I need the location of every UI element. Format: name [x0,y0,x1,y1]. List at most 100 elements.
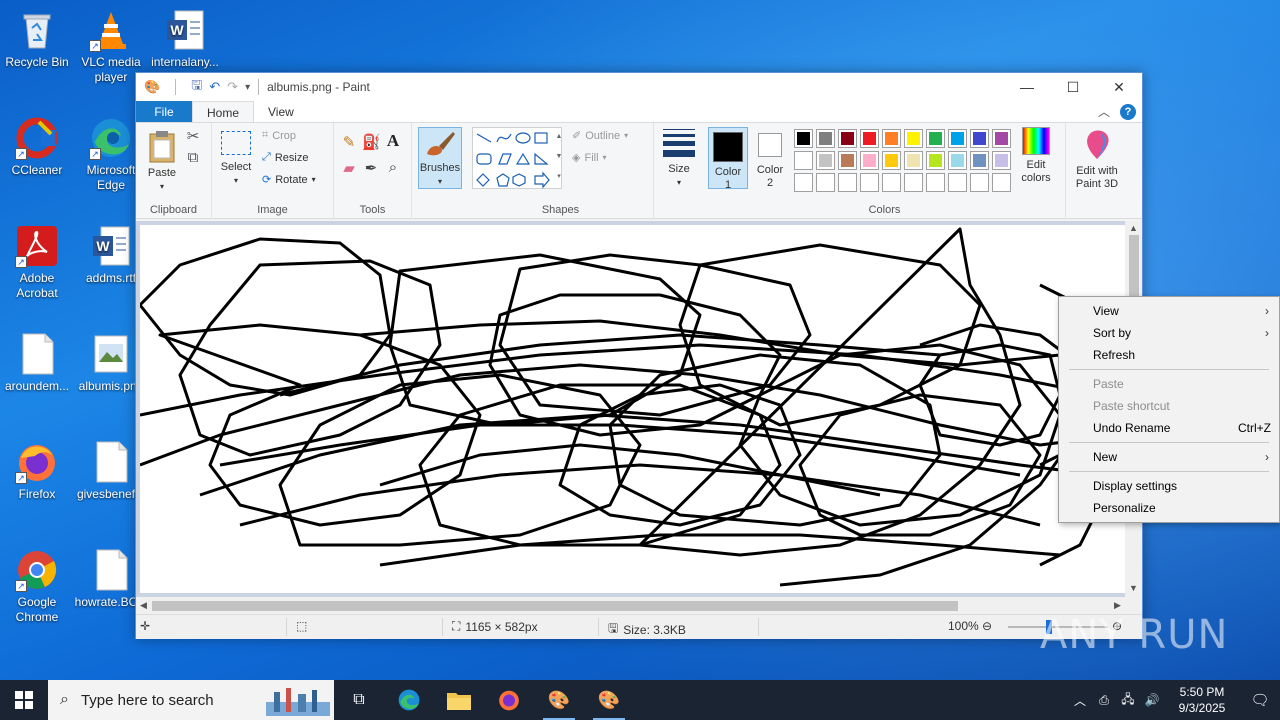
palette-swatch[interactable] [992,129,1011,148]
text-tool-icon[interactable]: A [384,131,402,151]
menu-item-paste-shortcut[interactable]: Paste shortcut [1059,395,1279,417]
paste-button[interactable]: Paste ▾ [142,129,182,193]
menu-item-sort-by[interactable]: Sort by › [1059,322,1279,344]
customize-qat-icon[interactable]: ▾ [245,82,250,93]
taskbar-paint-2[interactable]: 🎨 [584,680,634,720]
palette-swatch[interactable] [816,129,835,148]
palette-swatch[interactable] [860,151,879,170]
palette-swatch[interactable] [904,129,923,148]
fill-button[interactable]: ◈ Fill ▾ [572,151,607,165]
palette-swatch[interactable] [970,129,989,148]
resize-button[interactable]: ⤢ Resize [262,151,308,164]
magnifier-icon[interactable]: ⌕ [384,159,402,176]
color1-button[interactable]: Color 1 [708,127,748,191]
desktop-icon-acrobat[interactable]: ↗ Adobe Acrobat [0,224,74,301]
edit-colors-button[interactable]: Edit colors [1016,127,1056,185]
redo-icon[interactable]: ↷ [227,79,238,95]
zoom-out-icon[interactable]: ⊖ [982,619,992,633]
menu-item-refresh[interactable]: Refresh [1059,344,1279,366]
menu-item-view[interactable]: View › [1059,300,1279,322]
clock[interactable]: 5:50 PM 9/3/2025 [1164,684,1240,716]
shapes-scroll[interactable]: ▲ ▼ ▾ [554,127,564,189]
taskbar-search-box[interactable]: ⌕ Type here to search [48,680,334,720]
desktop-icon-ccleaner[interactable]: ↗ CCleaner [0,116,74,178]
horizontal-scrollbar[interactable]: ◀ ▶ [136,597,1142,614]
shapes-gallery[interactable] [472,127,562,189]
palette-swatch[interactable] [882,129,901,148]
tab-file[interactable]: File [136,101,192,122]
desktop-icon-recycle-bin[interactable]: Recycle Bin [0,8,74,70]
palette-swatch[interactable] [882,151,901,170]
palette-swatch[interactable] [838,173,857,192]
paint-window[interactable]: 🎨 🖫 ↶ ↷ ▾ albumis.png - Paint — ☐ ✕ File… [135,72,1143,639]
horizontal-scroll-thumb[interactable] [152,601,958,611]
palette-swatch[interactable] [970,173,989,192]
palette-swatch[interactable] [838,151,857,170]
palette-swatch[interactable] [948,129,967,148]
palette-swatch[interactable] [948,151,967,170]
palette-swatch[interactable] [816,173,835,192]
tab-home[interactable]: Home [192,101,255,122]
palette-swatch[interactable] [970,151,989,170]
color2-button[interactable]: Color 2 [752,127,788,190]
palette-swatch[interactable] [794,151,813,170]
rotate-button[interactable]: ⟳ Rotate ▾ [262,173,316,187]
palette-swatch[interactable] [794,129,813,148]
desktop-icon-aroundem[interactable]: aroundem... [0,332,74,394]
palette-swatch[interactable] [926,173,945,192]
palette-swatch[interactable] [882,173,901,192]
palette-swatch[interactable] [816,151,835,170]
drawing-canvas[interactable] [140,225,1130,593]
fill-bucket-icon[interactable]: ⛽ [362,133,381,151]
task-view-button[interactable]: ⧉ [334,680,384,720]
palette-swatch[interactable] [926,151,945,170]
desktop-icon-chrome[interactable]: ↗ Google Chrome [0,548,74,625]
scroll-left-arrow-icon[interactable]: ◀ [140,600,147,611]
desktop-icon-firefox[interactable]: ↗ Firefox [0,440,74,502]
scroll-right-arrow-icon[interactable]: ▶ [1114,600,1121,611]
network-icon[interactable]: 🖧 [1116,690,1140,711]
cut-icon[interactable]: ✂ [184,127,202,145]
scroll-up-arrow-icon[interactable]: ▲ [1129,223,1138,233]
volume-icon[interactable]: 🔊 [1140,693,1164,707]
brushes-button[interactable]: Brushes ▾ [418,127,462,189]
minimize-button[interactable]: — [1004,73,1050,101]
pencil-icon[interactable]: ✎ [340,133,358,151]
palette-swatch[interactable] [838,129,857,148]
eraser-icon[interactable]: ▰ [340,159,358,177]
show-hidden-icons-icon[interactable]: ︿ [1068,692,1092,709]
notifications-icon[interactable]: 🗨 [1240,691,1280,709]
palette-swatch[interactable] [926,129,945,148]
device-icon[interactable]: ⎙ [1092,693,1116,708]
palette-swatch[interactable] [904,151,923,170]
edit-with-paint3d-button[interactable]: Edit with Paint 3D [1068,129,1126,191]
menu-item-display-settings[interactable]: Display settings [1059,475,1279,497]
taskbar-firefox[interactable] [484,680,534,720]
undo-icon[interactable]: ↶ [209,79,220,95]
palette-swatch[interactable] [794,173,813,192]
close-button[interactable]: ✕ [1096,73,1142,101]
title-bar[interactable]: 🎨 🖫 ↶ ↷ ▾ albumis.png - Paint — ☐ ✕ [136,73,1142,101]
start-button[interactable] [0,680,48,720]
collapse-ribbon-icon[interactable]: ︿ [1098,103,1110,120]
palette-swatch[interactable] [860,173,879,192]
palette-swatch[interactable] [992,173,1011,192]
menu-item-personalize[interactable]: Personalize [1059,497,1279,519]
size-button[interactable]: Size ▾ [660,129,698,189]
scroll-down-arrow-icon[interactable]: ▼ [1129,583,1138,593]
copy-icon[interactable]: ⧉ [184,149,202,166]
maximize-button[interactable]: ☐ [1050,73,1096,101]
menu-item-paste[interactable]: Paste [1059,373,1279,395]
taskbar-paint-1[interactable]: 🎨 [534,680,584,720]
save-icon[interactable]: 🖫 [191,76,202,98]
palette-swatch[interactable] [904,173,923,192]
menu-item-new[interactable]: New › [1059,446,1279,468]
desktop-icon-internalany[interactable]: W internalany... [148,8,222,70]
palette-swatch[interactable] [992,151,1011,170]
select-button[interactable]: Select ▾ [218,131,254,187]
taskbar-file-explorer[interactable] [434,680,484,720]
outline-button[interactable]: ✐ Outline ▾ [572,129,628,143]
palette-swatch[interactable] [948,173,967,192]
tab-view[interactable]: View [254,101,308,122]
palette-swatch[interactable] [860,129,879,148]
